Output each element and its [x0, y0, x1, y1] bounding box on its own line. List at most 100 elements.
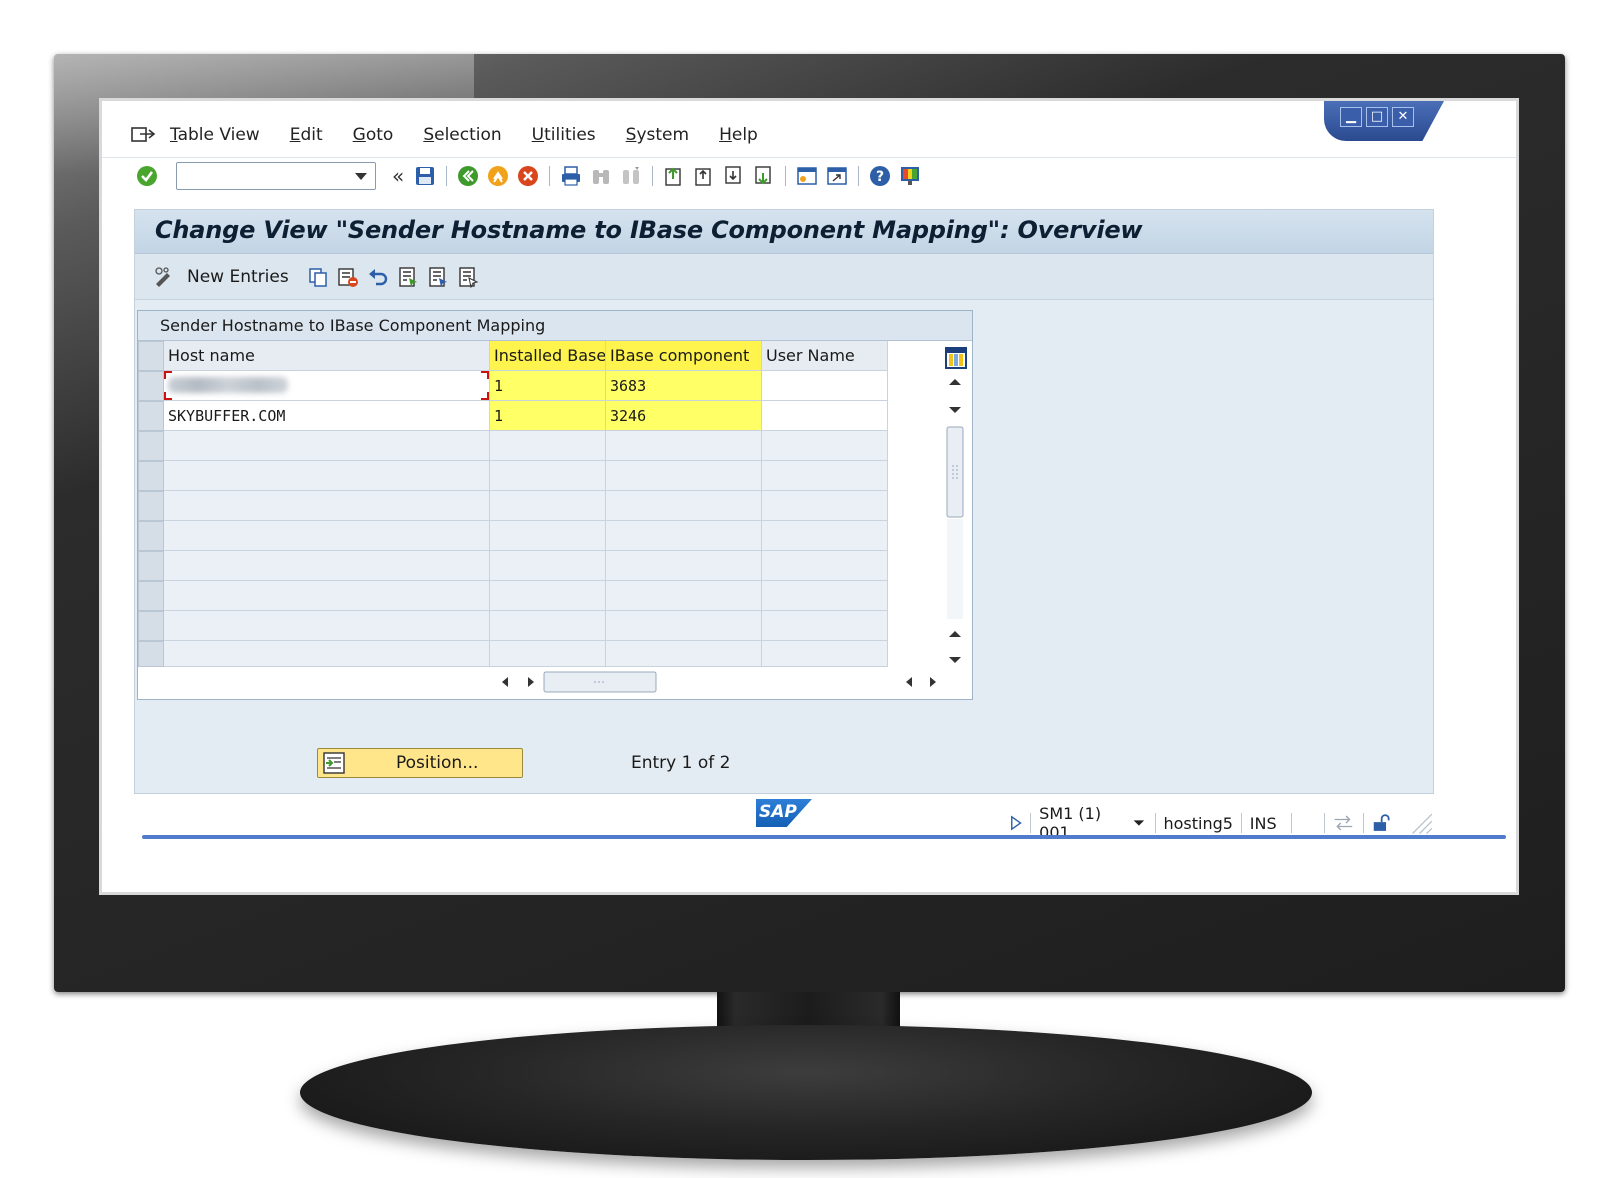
- menu-utilities[interactable]: Utilities: [532, 125, 596, 145]
- enter-check-icon[interactable]: [136, 165, 158, 187]
- select-all-rows-button[interactable]: [138, 341, 164, 371]
- close-icon[interactable]: ✕: [1392, 107, 1414, 127]
- next-page-icon[interactable]: [723, 165, 745, 187]
- maximize-icon[interactable]: □: [1366, 107, 1388, 127]
- find-icon[interactable]: [590, 165, 612, 187]
- host-name-field[interactable]: [164, 371, 490, 401]
- toolbar-separator: [446, 166, 448, 186]
- print-icon[interactable]: [560, 165, 582, 187]
- find-next-icon[interactable]: [620, 165, 642, 187]
- vertical-scrollbar[interactable]: [944, 377, 966, 667]
- empty-cell: [164, 551, 490, 581]
- empty-cell: [762, 521, 888, 551]
- installed-base-field[interactable]: 1: [490, 401, 606, 431]
- column-header-host-name[interactable]: Host name: [164, 341, 490, 371]
- expand-status-icon[interactable]: [1010, 814, 1022, 832]
- change-display-icon[interactable]: [153, 266, 175, 288]
- row-selector[interactable]: [138, 431, 164, 461]
- menu-goto[interactable]: Goto: [353, 125, 394, 145]
- position-button[interactable]: Position...: [317, 748, 523, 778]
- empty-cell: [606, 551, 762, 581]
- host-name-field[interactable]: SKYBUFFER.COM: [164, 401, 490, 431]
- focus-marker: [481, 392, 489, 400]
- row-selector[interactable]: [138, 401, 164, 431]
- empty-cell: [606, 611, 762, 641]
- select-block-icon[interactable]: [427, 266, 449, 288]
- empty-cell: [762, 641, 888, 667]
- save-icon[interactable]: [414, 165, 436, 187]
- cancel-icon[interactable]: [517, 165, 539, 187]
- empty-cell: [164, 641, 490, 667]
- row-selector[interactable]: [138, 521, 164, 551]
- toolbar-separator: [549, 166, 551, 186]
- create-session-icon[interactable]: [796, 165, 818, 187]
- menu-help[interactable]: Help: [719, 125, 758, 145]
- minimize-icon[interactable]: ▁: [1340, 107, 1362, 127]
- menu-selection-mnemonic: S: [423, 125, 435, 145]
- last-page-icon[interactable]: [753, 165, 775, 187]
- select-all-icon[interactable]: [397, 266, 419, 288]
- menu-selection-rest: election: [434, 125, 502, 145]
- status-accent-line: [142, 835, 1506, 839]
- new-entries-button[interactable]: New Entries: [187, 267, 289, 287]
- table-title: Sender Hostname to IBase Component Mappi…: [138, 311, 972, 341]
- content-panel: Change View "Sender Hostname to IBase Co…: [134, 209, 1434, 794]
- first-page-icon[interactable]: [663, 165, 685, 187]
- undo-icon[interactable]: [367, 266, 389, 288]
- empty-cell: [606, 581, 762, 611]
- column-header-ibase-component[interactable]: IBase component: [606, 341, 762, 371]
- table-settings-icon[interactable]: [944, 346, 968, 370]
- toolbar-separator: [652, 166, 654, 186]
- lock-icon[interactable]: [1372, 812, 1391, 834]
- menu-table-view-mnemonic: T: [170, 125, 178, 145]
- help-icon[interactable]: ?: [869, 165, 891, 187]
- menu-help-rest: elp: [731, 125, 758, 145]
- exit-icon[interactable]: [487, 165, 509, 187]
- empty-cell: [606, 641, 762, 667]
- system-dropdown-icon[interactable]: [1131, 816, 1147, 830]
- previous-page-icon[interactable]: [693, 165, 715, 187]
- toolbar-separator: [785, 166, 787, 186]
- menu-edit-rest: dit: [300, 125, 323, 145]
- toolbar-separator: [858, 166, 860, 186]
- row-selector[interactable]: [138, 491, 164, 521]
- row-selector[interactable]: [138, 461, 164, 491]
- row-selector[interactable]: [138, 551, 164, 581]
- empty-cell: [606, 461, 762, 491]
- row-selector[interactable]: [138, 641, 164, 667]
- installed-base-field[interactable]: 1: [490, 371, 606, 401]
- monitor-stand: [300, 1025, 1312, 1160]
- empty-cell: [164, 611, 490, 641]
- page-title: Change View "Sender Hostname to IBase Co…: [155, 216, 1143, 244]
- row-selector[interactable]: [138, 371, 164, 401]
- shortcut-icon[interactable]: [826, 165, 848, 187]
- column-header-installed-base[interactable]: Installed Base: [490, 341, 606, 371]
- resize-grip-icon[interactable]: [1409, 809, 1434, 837]
- column-header-user-name[interactable]: User Name: [762, 341, 888, 371]
- application-toolbar: New Entries: [135, 254, 1433, 300]
- copy-as-icon[interactable]: [307, 266, 329, 288]
- menu-exit-icon[interactable]: [130, 125, 156, 145]
- menu-divider: [102, 157, 1516, 158]
- empty-cell: [164, 581, 490, 611]
- command-dropdown-icon[interactable]: [355, 173, 367, 180]
- menu-system[interactable]: System: [626, 125, 689, 145]
- row-selector[interactable]: [138, 581, 164, 611]
- delete-icon[interactable]: [337, 266, 359, 288]
- row-selector[interactable]: [138, 611, 164, 641]
- horizontal-scrollbar[interactable]: [494, 669, 954, 695]
- user-name-field[interactable]: [762, 371, 888, 401]
- menu-table-view[interactable]: Table View: [170, 125, 260, 145]
- customize-layout-icon[interactable]: [899, 165, 921, 187]
- collapse-chevron-icon[interactable]: «: [392, 164, 404, 188]
- empty-cell: [490, 521, 606, 551]
- command-field[interactable]: [176, 162, 376, 190]
- back-icon[interactable]: [457, 165, 479, 187]
- deselect-all-icon[interactable]: [457, 266, 479, 288]
- ibase-component-field[interactable]: 3246: [606, 401, 762, 431]
- user-name-field[interactable]: [762, 401, 888, 431]
- empty-cell: [490, 641, 606, 667]
- menu-edit[interactable]: Edit: [290, 125, 323, 145]
- ibase-component-field[interactable]: 3683: [606, 371, 762, 401]
- menu-selection[interactable]: Selection: [423, 125, 501, 145]
